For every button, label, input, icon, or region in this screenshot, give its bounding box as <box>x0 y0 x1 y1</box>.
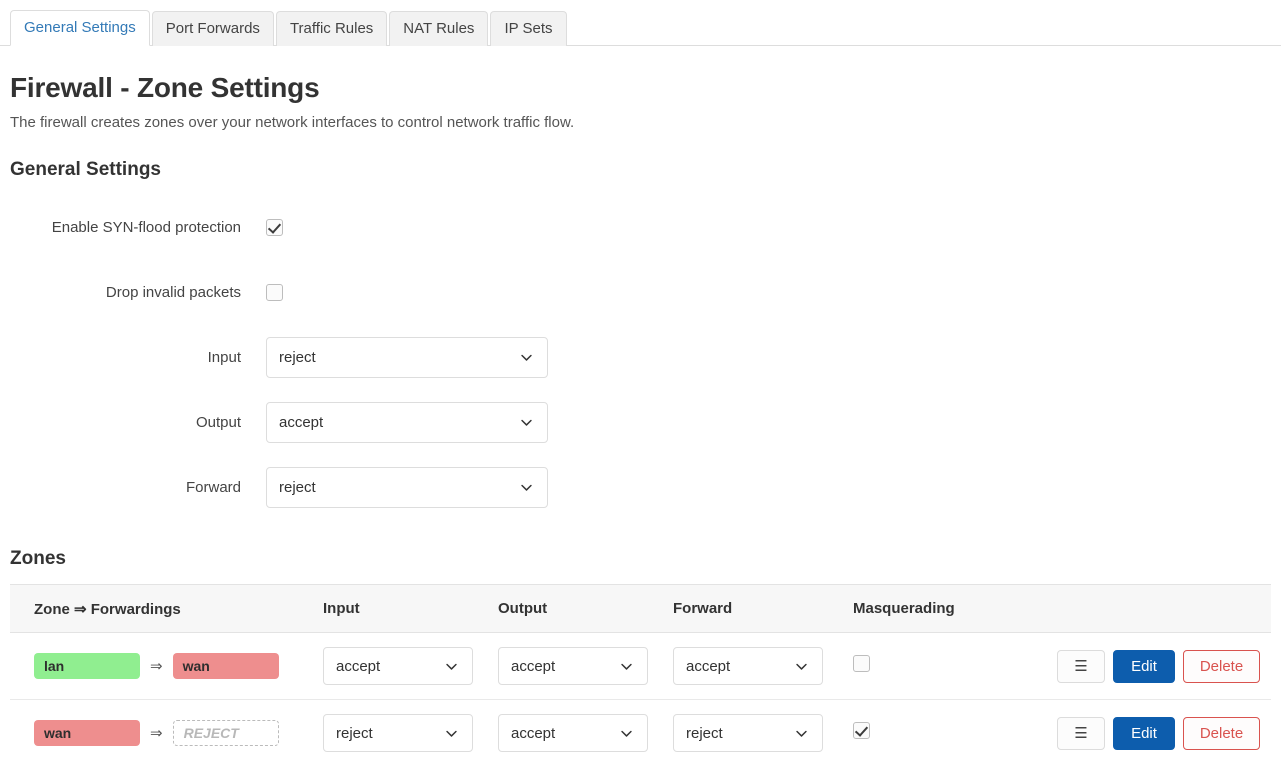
zone-actions-cell: ☰ Edit Delete <box>1033 699 1271 765</box>
zone-input-cell: reject <box>315 699 490 765</box>
table-row: wan ⇒ REJECT reject accept reject ☰ Edit… <box>10 699 1271 765</box>
form-row-output: Output accept <box>10 390 1271 455</box>
zone-output-select[interactable]: accept <box>498 647 648 685</box>
zone-input-select[interactable]: reject <box>323 714 473 752</box>
zone-delete-button[interactable]: Delete <box>1183 649 1260 683</box>
zone-source-badge[interactable]: wan <box>34 720 140 746</box>
chevron-down-icon <box>445 660 458 673</box>
zone-output-value: accept <box>511 724 556 742</box>
output-policy-value: accept <box>279 414 324 431</box>
chevron-down-icon <box>520 351 533 364</box>
tab-traffic-rules[interactable]: Traffic Rules <box>275 11 388 46</box>
zone-forward-cell: accept <box>665 632 843 700</box>
page-description: The firewall creates zones over your net… <box>10 114 575 131</box>
chevron-down-icon <box>795 727 808 740</box>
drop-invalid-label: Drop invalid packets <box>105 284 241 301</box>
chevron-down-icon <box>520 416 533 429</box>
zone-source-badge[interactable]: lan <box>34 653 140 679</box>
tab-bar: General Settings Port Forwards Traffic R… <box>0 0 1281 46</box>
output-policy-select[interactable]: accept <box>266 402 548 443</box>
zones-header-row: Zone ⇒ Forwardings Input Output Forward … <box>10 584 1271 633</box>
zone-forward-select[interactable]: accept <box>673 647 823 685</box>
zones-table-head: Zone ⇒ Forwardings Input Output Forward … <box>10 584 1271 633</box>
zones-table-body: lan ⇒ wan accept accept accept ☰ Edit De… <box>10 632 1271 765</box>
zone-output-cell: accept <box>490 699 665 765</box>
table-row: lan ⇒ wan accept accept accept ☰ Edit De… <box>10 632 1271 700</box>
zone-input-value: accept <box>336 657 381 675</box>
chevron-down-icon <box>445 727 458 740</box>
input-policy-select[interactable]: reject <box>266 337 548 378</box>
hamburger-menu-icon: ☰ <box>1074 658 1088 675</box>
zone-forwardings-cell: wan ⇒ REJECT <box>10 699 315 765</box>
tab-port-forwards[interactable]: Port Forwards <box>151 11 274 46</box>
zone-masquerading-checkbox[interactable] <box>853 722 870 739</box>
drop-invalid-checkbox[interactable] <box>266 284 283 301</box>
input-label: Input <box>207 349 241 366</box>
zone-menu-button[interactable]: ☰ <box>1057 649 1105 683</box>
zone-dest-badge[interactable]: REJECT <box>172 720 279 746</box>
header-actions <box>1033 584 1271 633</box>
header-forward: Forward <box>665 584 843 633</box>
zone-masquerading-cell <box>843 632 1033 700</box>
form-row-drop-invalid: Drop invalid packets <box>10 260 1271 325</box>
general-settings-form: Enable SYN-flood protection Drop invalid… <box>10 195 1271 520</box>
header-output: Output <box>490 584 665 633</box>
chevron-down-icon <box>520 481 533 494</box>
chevron-down-icon <box>795 660 808 673</box>
zone-input-select[interactable]: accept <box>323 647 473 685</box>
zone-menu-button[interactable]: ☰ <box>1057 716 1105 750</box>
zone-input-cell: accept <box>315 632 490 700</box>
zone-output-value: accept <box>511 657 556 675</box>
zone-forward-value: accept <box>686 657 731 675</box>
zone-masquerading-checkbox[interactable] <box>853 655 870 672</box>
forward-policy-select[interactable]: reject <box>266 467 548 508</box>
chevron-down-icon <box>620 660 633 673</box>
zone-dest-badge[interactable]: wan <box>172 653 279 679</box>
forward-arrow-icon: ⇒ <box>150 658 163 675</box>
tab-nat-rules[interactable]: NAT Rules <box>389 11 489 46</box>
forward-arrow-icon: ⇒ <box>150 725 163 742</box>
input-policy-value: reject <box>279 349 316 366</box>
zones-table-container: Zone ⇒ Forwardings Input Output Forward … <box>10 584 1271 765</box>
header-masquerading: Masquerading <box>843 584 1033 633</box>
zone-delete-button[interactable]: Delete <box>1183 716 1260 750</box>
form-row-syn-flood: Enable SYN-flood protection <box>10 195 1271 260</box>
syn-flood-label: Enable SYN-flood protection <box>51 219 241 236</box>
zone-forward-cell: reject <box>665 699 843 765</box>
tab-general-settings[interactable]: General Settings <box>10 10 150 46</box>
page-title: Firewall - Zone Settings <box>10 72 320 103</box>
zone-input-value: reject <box>336 724 373 742</box>
hamburger-menu-icon: ☰ <box>1074 725 1088 742</box>
forward-policy-value: reject <box>279 479 316 496</box>
general-settings-heading: General Settings <box>10 159 161 180</box>
header-zone-forwardings: Zone ⇒ Forwardings <box>10 584 315 633</box>
zone-actions-cell: ☰ Edit Delete <box>1033 632 1271 700</box>
page-content: Firewall - Zone Settings The firewall cr… <box>0 72 1281 765</box>
zone-edit-button[interactable]: Edit <box>1113 649 1175 683</box>
form-row-input: Input reject <box>10 325 1271 390</box>
header-input: Input <box>315 584 490 633</box>
output-label: Output <box>195 414 241 431</box>
zones-heading: Zones <box>10 548 66 569</box>
chevron-down-icon <box>620 727 633 740</box>
zone-masquerading-cell <box>843 699 1033 765</box>
zone-edit-button[interactable]: Edit <box>1113 716 1175 750</box>
forward-label: Forward <box>185 479 241 496</box>
tab-ip-sets[interactable]: IP Sets <box>490 11 567 46</box>
zones-table: Zone ⇒ Forwardings Input Output Forward … <box>10 584 1271 765</box>
zone-forward-select[interactable]: reject <box>673 714 823 752</box>
zone-output-cell: accept <box>490 632 665 700</box>
zone-forward-value: reject <box>686 724 723 742</box>
zone-forwardings-cell: lan ⇒ wan <box>10 632 315 700</box>
form-row-forward: Forward reject <box>10 455 1271 520</box>
zone-output-select[interactable]: accept <box>498 714 648 752</box>
syn-flood-checkbox[interactable] <box>266 219 283 236</box>
